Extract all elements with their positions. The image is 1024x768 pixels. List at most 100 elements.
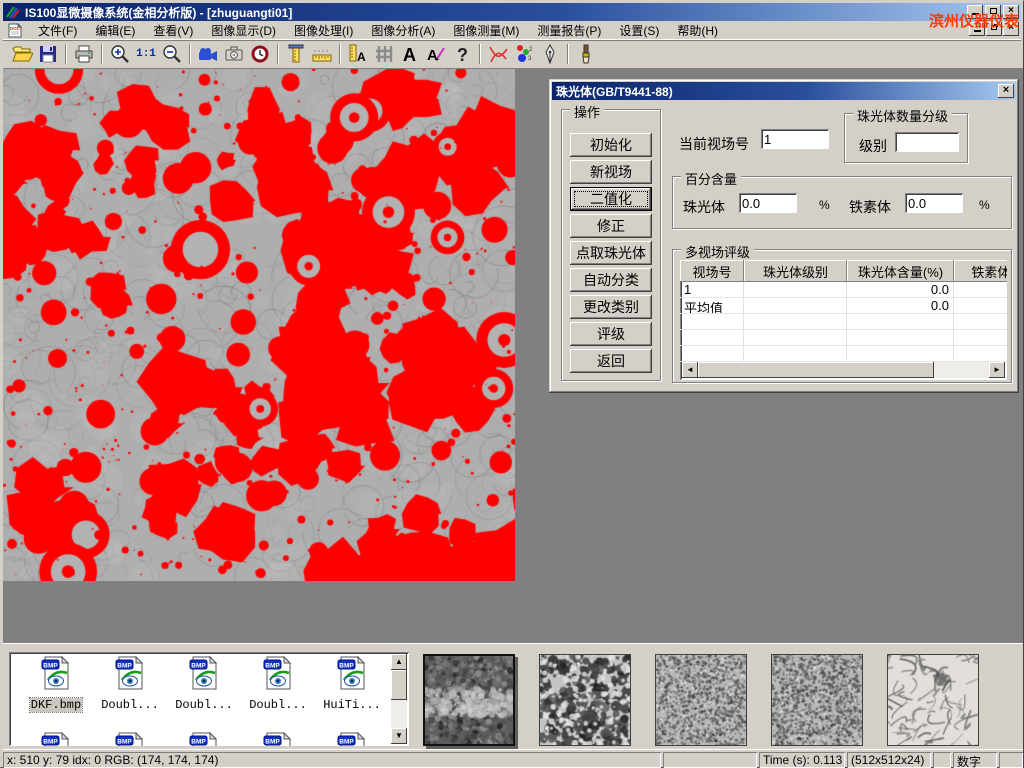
thumb-1[interactable] bbox=[423, 654, 515, 746]
status-bar: x: 510 y: 79 idx: 0 RGB: (174, 174, 174)… bbox=[3, 749, 1023, 767]
annotate-button[interactable]: A bbox=[423, 42, 449, 66]
table-row[interactable]: 10.0 bbox=[680, 282, 1007, 298]
menu-item-10[interactable]: 帮助(H) bbox=[668, 20, 727, 41]
dialog-title: 珠光体(GB/T9441-88) bbox=[556, 83, 673, 100]
dialog-title-bar[interactable]: 珠光体(GB/T9441-88) bbox=[552, 82, 1016, 100]
classify-points-button[interactable]: 23 bbox=[511, 42, 537, 66]
toolbar-separator bbox=[277, 44, 279, 64]
grid-button[interactable] bbox=[371, 42, 397, 66]
thumb-3[interactable] bbox=[655, 654, 747, 746]
table-horizontal-scrollbar[interactable]: ◄ ► bbox=[682, 362, 1005, 378]
scroll-right-button[interactable]: ► bbox=[989, 362, 1005, 378]
help-button[interactable]: ? bbox=[449, 42, 475, 66]
dialog-close-button[interactable]: × bbox=[998, 84, 1014, 98]
table-cell bbox=[954, 314, 1007, 329]
ferrite-input[interactable] bbox=[905, 193, 963, 213]
zoom-in-button[interactable] bbox=[107, 42, 133, 66]
bmp-file-icon: BMP bbox=[187, 732, 221, 746]
svg-text:BMP: BMP bbox=[43, 738, 58, 745]
zoom-out-button[interactable] bbox=[159, 42, 185, 66]
file-item-row2[interactable]: BMP bbox=[95, 732, 165, 746]
scroll-left-button[interactable]: ◄ bbox=[682, 362, 698, 378]
svg-text:A: A bbox=[403, 45, 416, 65]
op-button-8[interactable]: 评级 bbox=[570, 322, 652, 346]
open-button[interactable] bbox=[9, 42, 35, 66]
scroll-thumb[interactable] bbox=[698, 362, 934, 378]
file-item-3[interactable]: BMPDoubl... bbox=[169, 656, 239, 713]
op-button-2[interactable]: 新视场 bbox=[570, 160, 652, 184]
menu-item-9[interactable]: 设置(S) bbox=[610, 20, 668, 41]
clock-button[interactable] bbox=[247, 42, 273, 66]
table-row-empty bbox=[680, 330, 1007, 346]
op-button-4[interactable]: 修正 bbox=[570, 214, 652, 238]
grade-input[interactable] bbox=[895, 132, 959, 152]
text-button[interactable]: A bbox=[397, 42, 423, 66]
file-item-row2[interactable]: BMP bbox=[169, 732, 239, 746]
table-cell bbox=[847, 346, 954, 361]
pearlite-dialog: 珠光体(GB/T9441-88) × 操作 初始化新视场二值化修正点取珠光体自动… bbox=[549, 79, 1019, 393]
photo-camera-button[interactable] bbox=[221, 42, 247, 66]
status-panel-2 bbox=[663, 752, 757, 768]
thumb-4[interactable] bbox=[771, 654, 863, 746]
caliper-button[interactable] bbox=[283, 42, 309, 66]
help-icon: ? bbox=[451, 43, 473, 65]
op-button-3[interactable]: 二值化 bbox=[570, 187, 652, 211]
menu-item-6[interactable]: 图像分析(A) bbox=[362, 20, 444, 41]
file-item-5[interactable]: BMPHuiTi... bbox=[317, 656, 387, 713]
file-item-row2[interactable]: BMP bbox=[243, 732, 313, 746]
save-button[interactable] bbox=[35, 42, 61, 66]
scroll-up-button[interactable]: ▲ bbox=[391, 654, 407, 670]
scroll-thumb[interactable] bbox=[391, 670, 407, 700]
pearlite-input[interactable] bbox=[739, 193, 797, 213]
table-cell: 平均值 bbox=[680, 298, 744, 313]
op-button-7[interactable]: 更改类别 bbox=[570, 295, 652, 319]
file-item-row2[interactable]: BMP bbox=[21, 732, 91, 746]
bmp-file-icon: BMP bbox=[39, 732, 73, 746]
file-item-2[interactable]: BMPDoubl... bbox=[95, 656, 165, 713]
menu-item-5[interactable]: 图像处理(I) bbox=[285, 20, 362, 41]
video-camera-button[interactable] bbox=[195, 42, 221, 66]
status-panel-7 bbox=[999, 752, 1023, 768]
file-list-scrollbar[interactable]: ▲ ▼ bbox=[391, 654, 407, 744]
op-button-9[interactable]: 返回 bbox=[570, 349, 652, 373]
file-name: Doubl... bbox=[248, 698, 308, 712]
current-field-input[interactable] bbox=[761, 129, 829, 149]
print-button[interactable] bbox=[71, 42, 97, 66]
document-icon[interactable]: DOC bbox=[7, 23, 23, 38]
operations-group-label: 操作 bbox=[570, 102, 604, 121]
status-image-size: (512x512x24) bbox=[847, 752, 931, 768]
table-cell: 1 bbox=[680, 282, 744, 297]
ruler-icon bbox=[311, 43, 333, 65]
thumb-5[interactable] bbox=[887, 654, 979, 746]
pen-button[interactable] bbox=[537, 42, 563, 66]
curve-tool-button[interactable] bbox=[485, 42, 511, 66]
brush-button[interactable] bbox=[573, 42, 599, 66]
application-window: IS100显微摄像系统(金相分析版) - [zhuguangti01] × 滨州… bbox=[0, 0, 1024, 768]
classify-points-icon: 23 bbox=[513, 43, 535, 65]
op-button-6[interactable]: 自动分类 bbox=[570, 268, 652, 292]
thumb-2[interactable] bbox=[539, 654, 631, 746]
table-cell bbox=[954, 298, 1007, 313]
op-button-1[interactable]: 初始化 bbox=[570, 133, 652, 157]
file-item-1[interactable]: BMPDKF.bmp bbox=[21, 656, 91, 713]
menu-item-8[interactable]: 测量报告(P) bbox=[528, 20, 610, 41]
menu-item-7[interactable]: 图像测量(M) bbox=[444, 20, 528, 41]
svg-text:BMP: BMP bbox=[339, 738, 354, 745]
grid-icon bbox=[373, 43, 395, 65]
measure-caliper-button[interactable]: A bbox=[345, 42, 371, 66]
actual-size-button[interactable]: 1:1 bbox=[133, 42, 159, 66]
scroll-down-button[interactable]: ▼ bbox=[391, 728, 407, 744]
title-bar[interactable]: IS100显微摄像系统(金相分析版) - [zhuguangti01] × bbox=[3, 3, 1021, 21]
file-item-row2[interactable]: BMP bbox=[317, 732, 387, 746]
menu-item-2[interactable]: 编辑(E) bbox=[86, 20, 144, 41]
table-row[interactable]: 平均值0.0 bbox=[680, 298, 1007, 314]
file-item-4[interactable]: BMPDoubl... bbox=[243, 656, 313, 713]
menu-item-3[interactable]: 查看(V) bbox=[144, 20, 202, 41]
measure-caliper-icon: A bbox=[347, 43, 369, 65]
metallographic-image[interactable] bbox=[3, 69, 515, 581]
ruler-button[interactable] bbox=[309, 42, 335, 66]
menu-item-4[interactable]: 图像显示(D) bbox=[202, 20, 285, 41]
op-button-5[interactable]: 点取珠光体 bbox=[570, 241, 652, 265]
menu-item-1[interactable]: 文件(F) bbox=[29, 20, 86, 41]
toolbar-separator bbox=[65, 44, 67, 64]
